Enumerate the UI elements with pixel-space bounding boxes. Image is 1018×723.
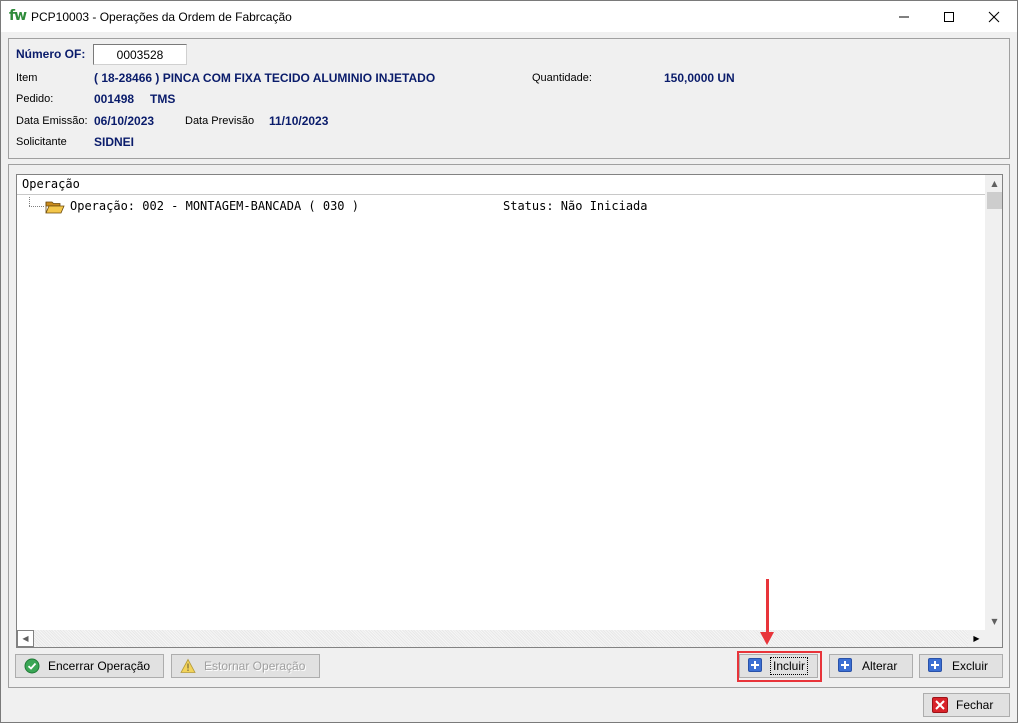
plus-icon bbox=[748, 658, 764, 674]
tree-connector-line bbox=[29, 206, 44, 207]
data-emissao-label: Data Emissão: bbox=[16, 115, 88, 127]
encerrar-operacao-button[interactable]: Encerrar Operação bbox=[15, 654, 164, 678]
close-icon bbox=[988, 11, 1000, 22]
open-folder-icon bbox=[45, 201, 65, 214]
annotation-arrow-head bbox=[760, 632, 774, 645]
estornar-operacao-label: Estornar Operação bbox=[204, 659, 306, 673]
plus-icon bbox=[838, 658, 854, 674]
minimize-icon bbox=[899, 16, 909, 17]
operations-tree[interactable]: Operação Operação: 002 - MONTAGEM-BANCAD… bbox=[16, 174, 1003, 648]
app-logo-icon: fw bbox=[9, 8, 27, 24]
scroll-track[interactable] bbox=[34, 630, 968, 647]
encerrar-operacao-label: Encerrar Operação bbox=[48, 659, 151, 673]
tree-connector-line bbox=[29, 197, 30, 206]
check-circle-icon bbox=[24, 658, 40, 674]
data-emissao-value: 06/10/2023 bbox=[94, 114, 155, 128]
scroll-up-icon[interactable]: ▲ bbox=[986, 175, 1003, 192]
quantidade-label: Quantidade: bbox=[532, 72, 592, 84]
alterar-button[interactable]: Alterar bbox=[829, 654, 913, 678]
scroll-right-icon[interactable]: ▶ bbox=[968, 630, 985, 647]
tree-node-operation[interactable]: Operação: 002 - MONTAGEM-BANCADA ( 030 )… bbox=[17, 197, 985, 217]
fechar-button[interactable]: Fechar bbox=[923, 693, 1010, 717]
pedido-value: 001498 bbox=[94, 92, 135, 106]
solicitante-value: SIDNEI bbox=[94, 135, 135, 149]
warning-icon bbox=[180, 658, 196, 673]
application-window: fw PCP10003 - Operações da Ordem de Fabr… bbox=[0, 0, 1018, 723]
vertical-scrollbar[interactable]: ▲ ▼ bbox=[985, 175, 1002, 630]
scrollbar-corner bbox=[985, 630, 1002, 647]
excluir-label: Excluir bbox=[952, 659, 989, 673]
operation-label: Operação: 002 - MONTAGEM-BANCADA ( 030 ) bbox=[70, 199, 359, 213]
order-header-panel: Número OF: Item ( 18-28466 ) PINCA COM F… bbox=[8, 38, 1010, 159]
title-bar: fw PCP10003 - Operações da Ordem de Fabr… bbox=[1, 1, 1017, 32]
close-window-button[interactable] bbox=[971, 1, 1017, 32]
item-label: Item bbox=[16, 72, 38, 84]
maximize-icon bbox=[944, 11, 954, 22]
scroll-down-icon[interactable]: ▼ bbox=[986, 613, 1003, 630]
horizontal-scrollbar[interactable]: ◀ ▶ bbox=[17, 630, 985, 647]
pedido-label: Pedido: bbox=[16, 93, 54, 105]
operations-panel: Operação Operação: 002 - MONTAGEM-BANCAD… bbox=[8, 164, 1010, 688]
solicitante-label: Solicitante bbox=[16, 136, 67, 148]
estornar-operacao-button[interactable]: Estornar Operação bbox=[171, 654, 320, 678]
incluir-button[interactable]: Incluir bbox=[739, 654, 818, 678]
window-title: PCP10003 - Operações da Ordem de Fabrcaç… bbox=[31, 10, 292, 24]
pedido-extra-value: TMS bbox=[150, 92, 176, 106]
excluir-button[interactable]: Excluir bbox=[919, 654, 1003, 678]
incluir-label: Incluir bbox=[769, 657, 809, 675]
scroll-left-icon[interactable]: ◀ bbox=[17, 630, 34, 647]
tree-column-header[interactable]: Operação bbox=[17, 175, 985, 195]
maximize-button[interactable] bbox=[926, 1, 972, 32]
item-value: ( 18-28466 ) PINCA COM FIXA TECIDO ALUMI… bbox=[94, 71, 436, 85]
quantidade-value: 150,0000 UN bbox=[664, 71, 735, 85]
fechar-label: Fechar bbox=[956, 698, 994, 712]
alterar-label: Alterar bbox=[862, 659, 898, 673]
annotation-arrow bbox=[766, 579, 769, 635]
scroll-thumb[interactable] bbox=[987, 192, 1002, 209]
of-number-label: Número OF: bbox=[16, 47, 86, 61]
data-previsao-label: Data Previsão bbox=[185, 115, 255, 127]
close-x-icon bbox=[932, 697, 948, 713]
of-number-field[interactable] bbox=[93, 44, 187, 65]
data-previsao-value: 11/10/2023 bbox=[269, 114, 329, 128]
plus-icon bbox=[928, 658, 944, 674]
minimize-button[interactable] bbox=[881, 1, 927, 32]
operation-status: Status: Não Iniciada bbox=[503, 199, 648, 213]
